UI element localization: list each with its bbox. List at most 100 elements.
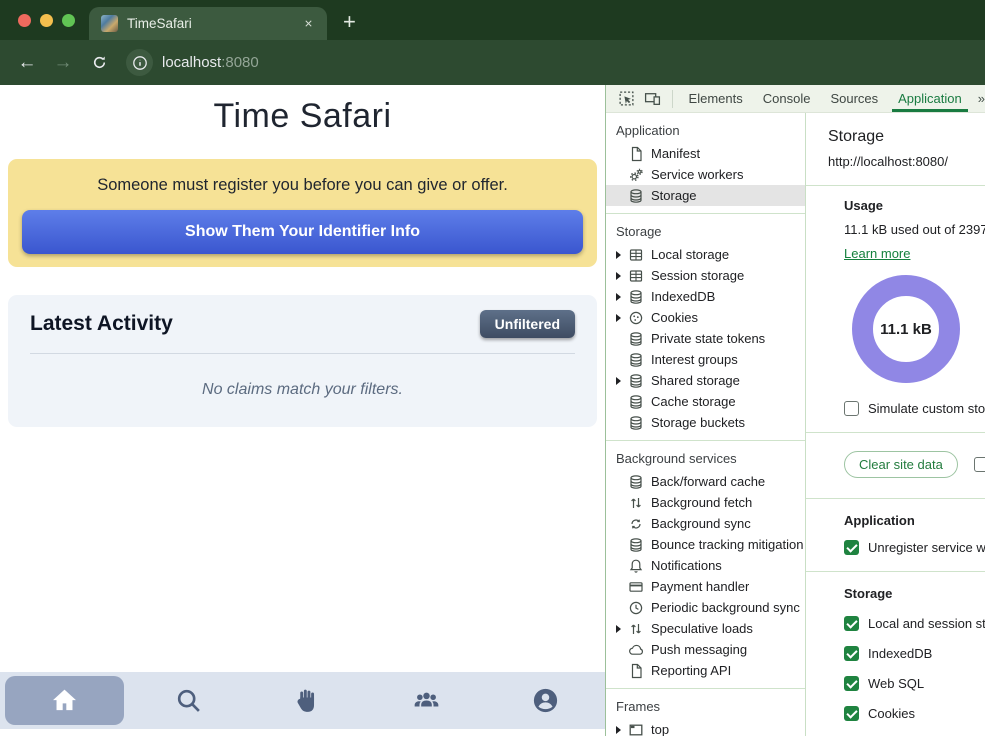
nav-contacts-button[interactable] <box>367 672 486 729</box>
nav-search-button[interactable] <box>129 672 248 729</box>
sidebar-section-frames: Frames top <box>606 689 805 736</box>
bell-icon <box>628 558 644 574</box>
tab-favicon <box>101 15 118 32</box>
cookie-icon <box>628 310 644 326</box>
activity-heading: Latest Activity <box>30 312 173 336</box>
more-tabs-chevron-icon[interactable]: » <box>972 91 985 106</box>
back-button[interactable]: ← <box>12 48 42 78</box>
tree-item-storage[interactable]: Storage <box>606 185 805 206</box>
tab-sources[interactable]: Sources <box>820 85 888 112</box>
simulate-quota-label: Simulate custom stora <box>868 401 985 416</box>
disclosure-triangle-icon[interactable] <box>616 293 628 301</box>
tab-application[interactable]: Application <box>888 85 972 112</box>
donut-label: 11.1 kB <box>880 321 932 338</box>
tree-item-bounce-tracking-mitigations[interactable]: Bounce tracking mitigation <box>606 534 805 555</box>
nav-profile-button[interactable] <box>486 672 605 729</box>
tab-close-icon[interactable] <box>299 15 317 33</box>
page-title: Time Safari <box>0 97 605 136</box>
clear-site-data-button[interactable]: Clear site data <box>844 451 958 478</box>
tree-item-back-forward-cache[interactable]: Back/forward cache <box>606 471 805 492</box>
disclosure-triangle-icon[interactable] <box>616 251 628 259</box>
tree-item-background-fetch[interactable]: Background fetch <box>606 492 805 513</box>
url-bar[interactable]: localhost:8080 <box>126 49 259 76</box>
device-toolbar-icon[interactable] <box>640 87 666 111</box>
activity-empty-message: No claims match your filters. <box>8 381 597 399</box>
tree-item-background-sync[interactable]: Background sync <box>606 513 805 534</box>
tree-item-cache-storage[interactable]: Cache storage <box>606 391 805 412</box>
nav-projects-button[interactable] <box>248 672 367 729</box>
disclosure-triangle-icon[interactable] <box>616 377 628 385</box>
include-cookies-row: in <box>974 457 985 472</box>
url-host: localhost <box>162 54 221 71</box>
unfiltered-button[interactable]: Unfiltered <box>480 310 575 338</box>
tree-item-private-state-tokens[interactable]: Private state tokens <box>606 328 805 349</box>
simulate-quota-checkbox[interactable] <box>844 401 859 416</box>
tree-item-interest-groups[interactable]: Interest groups <box>606 349 805 370</box>
web-sql-row: Web SQL <box>844 676 985 691</box>
usage-section: Usage 11.1 kB used out of 239779 Learn m… <box>806 186 985 433</box>
site-info-icon[interactable] <box>126 49 153 76</box>
tree-item-local-storage[interactable]: Local storage <box>606 244 805 265</box>
sync-icon <box>628 516 644 532</box>
storage-detail-panel: Storage http://localhost:8080/ Usage 11.… <box>806 113 985 736</box>
tree-item-session-storage[interactable]: Session storage <box>606 265 805 286</box>
new-tab-button[interactable]: + <box>327 7 356 40</box>
storage-checklist-section: Storage Local and session stora IndexedD… <box>806 572 985 736</box>
browser-tab[interactable]: TimeSafari <box>89 7 327 40</box>
tree-item-indexeddb[interactable]: IndexedDB <box>606 286 805 307</box>
tree-item-notifications[interactable]: Notifications <box>606 555 805 576</box>
tree-item-periodic-background-sync[interactable]: Periodic background sync <box>606 597 805 618</box>
clear-site-data-section: Clear site data in <box>806 433 985 499</box>
tree-item-cookies[interactable]: Cookies <box>606 307 805 328</box>
close-window-button[interactable] <box>18 14 31 27</box>
tree-item-top-frame[interactable]: top <box>606 719 805 736</box>
panel-header: Storage http://localhost:8080/ <box>806 113 985 186</box>
activity-divider <box>30 353 575 354</box>
nav-home-button[interactable] <box>5 676 124 725</box>
devtools-panel: Elements Console Sources Application » A… <box>605 85 985 736</box>
forward-button[interactable]: → <box>48 48 78 78</box>
disclosure-triangle-icon[interactable] <box>616 625 628 633</box>
application-heading: Application <box>844 511 985 528</box>
section-title: Background services <box>606 450 805 471</box>
tree-item-speculative-loads[interactable]: Speculative loads <box>606 618 805 639</box>
cookies-checkbox[interactable] <box>844 706 859 721</box>
sidebar-section-storage: Storage Local storage Session storage In… <box>606 214 805 441</box>
latest-activity-card: Latest Activity Unfiltered No claims mat… <box>8 295 597 427</box>
database-icon <box>628 352 644 368</box>
tree-item-push-messaging[interactable]: Push messaging <box>606 639 805 660</box>
zoom-window-button[interactable] <box>62 14 75 27</box>
web-sql-checkbox[interactable] <box>844 676 859 691</box>
learn-more-link[interactable]: Learn more <box>844 246 910 261</box>
cloud-icon <box>628 642 644 658</box>
cookies-row: Cookies <box>844 706 985 721</box>
tab-elements[interactable]: Elements <box>679 85 753 112</box>
tab-title: TimeSafari <box>127 16 299 31</box>
tree-item-service-workers[interactable]: Service workers <box>606 164 805 185</box>
tree-item-shared-storage[interactable]: Shared storage <box>606 370 805 391</box>
disclosure-triangle-icon[interactable] <box>616 726 628 734</box>
browser-titlebar: TimeSafari + <box>0 0 985 40</box>
indexeddb-checkbox[interactable] <box>844 646 859 661</box>
frame-icon <box>628 722 644 736</box>
unregister-sw-label: Unregister service wor <box>868 540 985 555</box>
usage-heading: Usage <box>844 198 985 213</box>
tree-item-manifest[interactable]: Manifest <box>606 143 805 164</box>
tree-item-payment-handler[interactable]: Payment handler <box>606 576 805 597</box>
local-session-storage-checkbox[interactable] <box>844 616 859 631</box>
unregister-sw-checkbox[interactable] <box>844 540 859 555</box>
database-icon <box>628 415 644 431</box>
include-cookies-checkbox[interactable] <box>974 457 985 472</box>
inspect-element-icon[interactable] <box>614 87 640 111</box>
profile-icon <box>531 686 560 715</box>
tree-item-reporting-api[interactable]: Reporting API <box>606 660 805 681</box>
tab-console[interactable]: Console <box>753 85 821 112</box>
table-icon <box>628 268 644 284</box>
disclosure-triangle-icon[interactable] <box>616 272 628 280</box>
minimize-window-button[interactable] <box>40 14 53 27</box>
show-identifier-button[interactable]: Show Them Your Identifier Info <box>22 210 583 254</box>
disclosure-triangle-icon[interactable] <box>616 314 628 322</box>
tree-item-storage-buckets[interactable]: Storage buckets <box>606 412 805 433</box>
page-content: Time Safari Someone must register you be… <box>0 85 605 736</box>
reload-button[interactable] <box>84 48 114 78</box>
